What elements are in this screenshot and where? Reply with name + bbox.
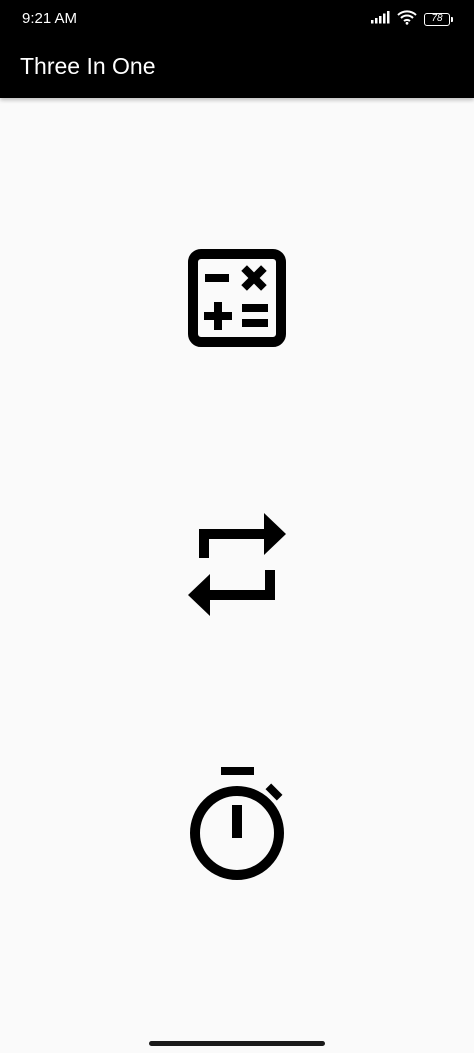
calculator-button[interactable] [187, 244, 287, 354]
app-title: Three In One [20, 53, 156, 79]
converter-button[interactable] [187, 511, 287, 621]
stopwatch-button[interactable] [187, 766, 287, 882]
battery-level: 78 [431, 13, 443, 24]
wifi-icon [396, 9, 418, 30]
calculator-icon [187, 248, 287, 351]
stopwatch-icon [187, 766, 287, 888]
status-icons: 78 [370, 9, 453, 30]
battery-icon: 78 [424, 12, 453, 26]
status-bar: 9:21 AM 78 [0, 0, 474, 36]
app-bar: Three In One [0, 36, 474, 98]
signal-icon [370, 10, 390, 29]
status-time: 9:21 AM [22, 10, 78, 27]
home-indicator[interactable] [149, 1041, 325, 1046]
repeat-convert-icon [187, 510, 287, 623]
